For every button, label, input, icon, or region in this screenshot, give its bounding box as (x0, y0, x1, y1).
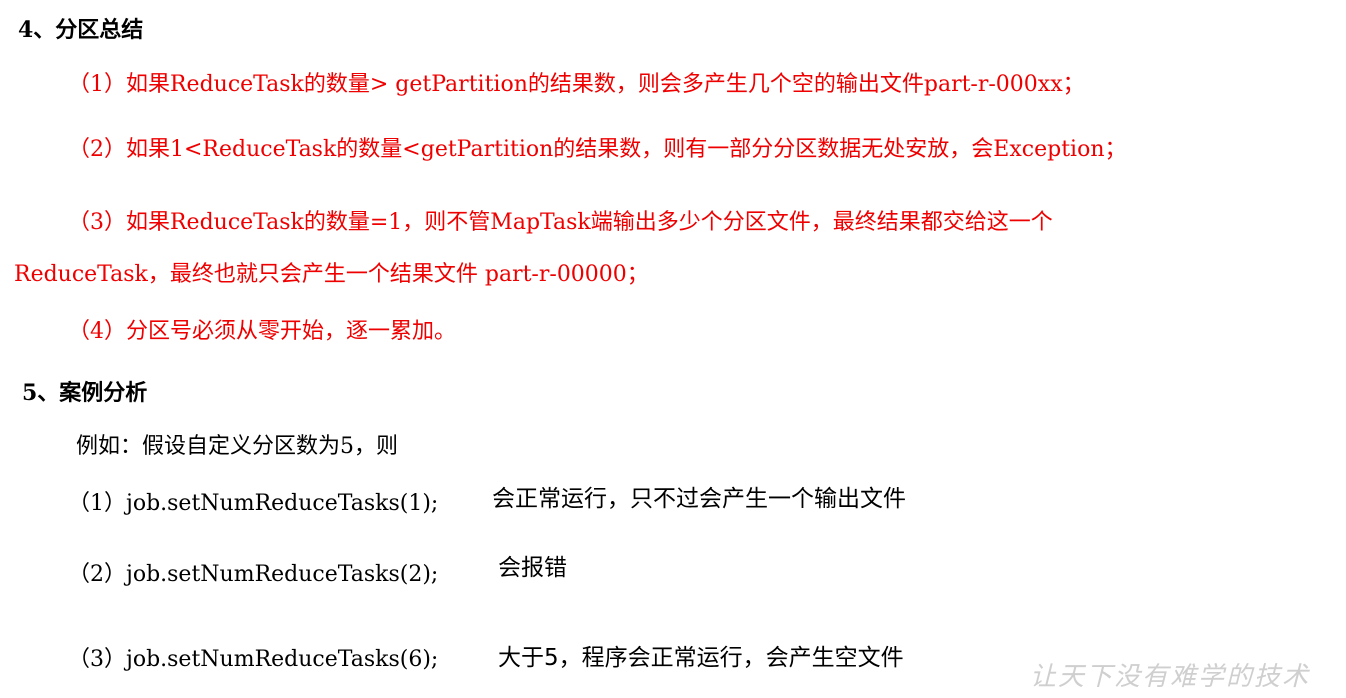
case-row-code: （2）job.setNumReduceTasks(2); (68, 562, 439, 587)
case-intro: 例如：假设自定义分区数为5，则 (76, 434, 398, 459)
summary-item-1: （1）如果ReduceTask的数量> getPartition的结果数，则会多… (68, 72, 1085, 97)
summary-item-3: （3）如果ReduceTask的数量=1，则不管MapTask端输出多少个分区文… (68, 210, 1053, 235)
summary-item-3-continued: ReduceTask，最终也就只会产生一个结果文件 part-r-00000； (14, 262, 649, 287)
summary-item-4: （4）分区号必须从零开始，逐一累加。 (68, 319, 456, 344)
section-heading-summary: 4、分区总结 (18, 17, 144, 43)
case-row-code: （1）job.setNumReduceTasks(1); (68, 491, 439, 516)
watermark: 让天下没有难学的技术 (1030, 662, 1311, 692)
summary-item-2: （2）如果1<ReduceTask的数量<getPartition的结果数，则有… (68, 137, 1127, 162)
case-row-result: 会报错 (498, 555, 567, 581)
case-row-code: （3）job.setNumReduceTasks(6); (68, 647, 439, 672)
section-heading-case: 5、案例分析 (22, 380, 148, 406)
case-row-result: 会正常运行，只不过会产生一个输出文件 (492, 486, 906, 512)
case-row-result: 大于5，程序会正常运行，会产生空文件 (498, 645, 904, 671)
